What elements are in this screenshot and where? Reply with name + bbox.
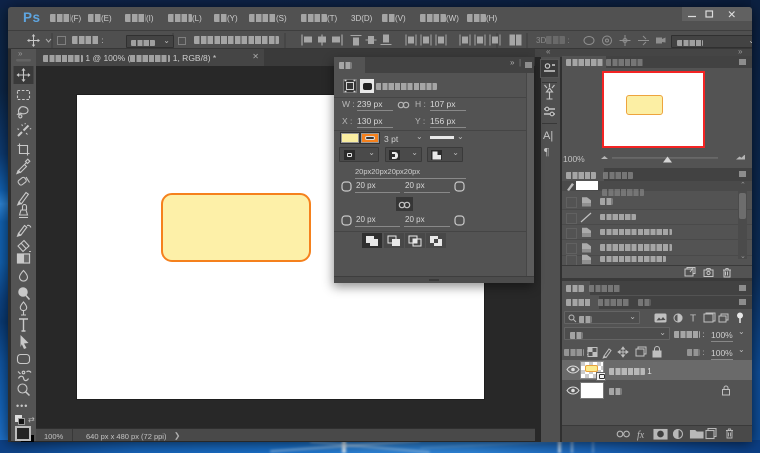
svg-text:¶: ¶ xyxy=(544,146,549,158)
svg-text:»: » xyxy=(18,49,23,58)
svg-text:A|: A| xyxy=(543,130,553,142)
svg-text:T: T xyxy=(690,314,696,325)
svg-text:fx: fx xyxy=(637,430,645,441)
